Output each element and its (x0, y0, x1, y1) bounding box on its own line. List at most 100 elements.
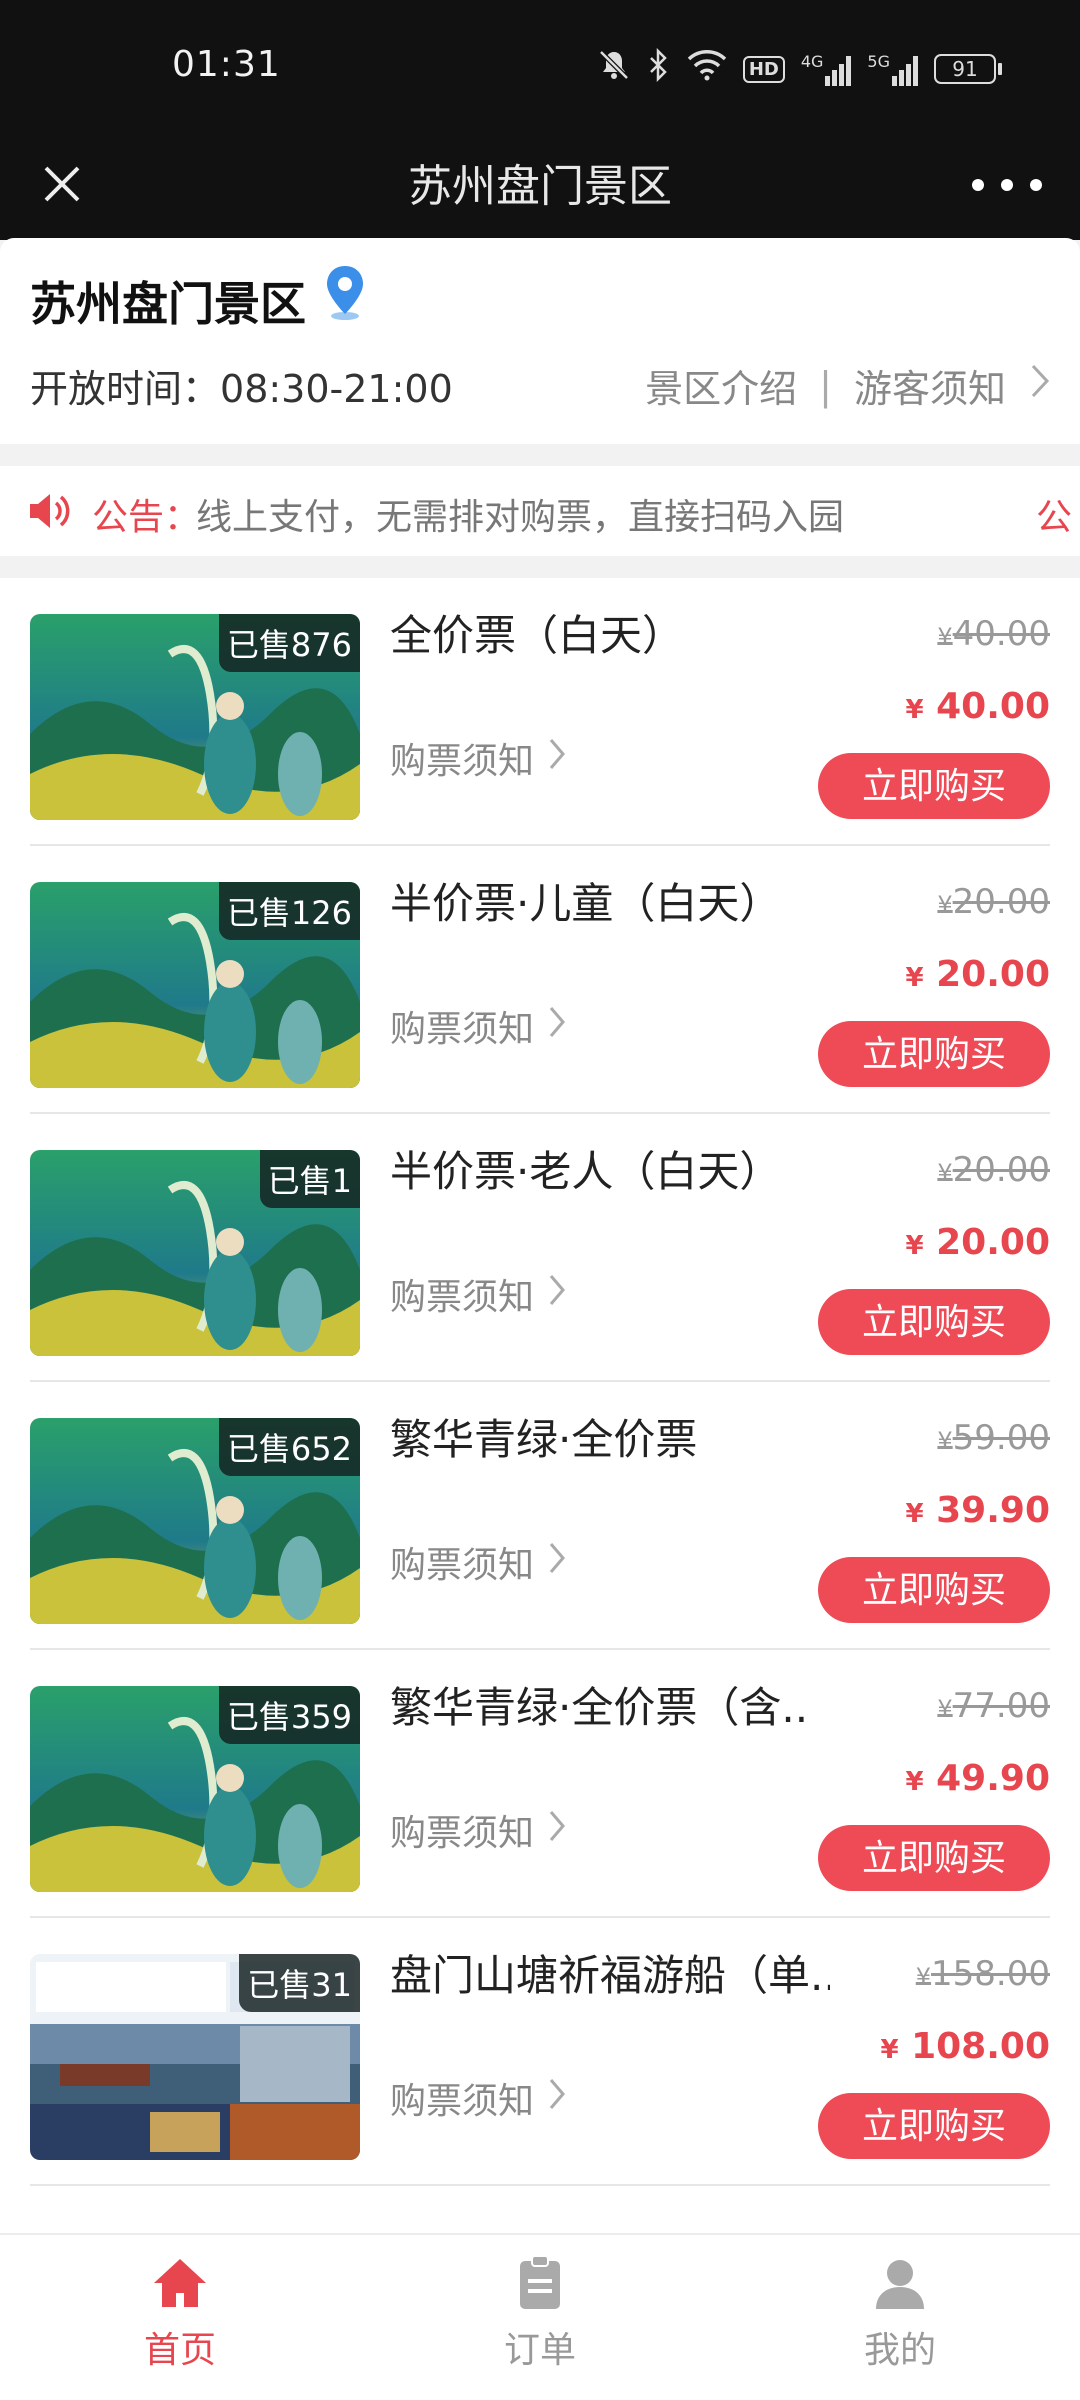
sale-price: ¥ 20.00 (905, 954, 1050, 995)
currency-symbol: ¥ (880, 2035, 899, 2065)
buy-now-button[interactable]: 立即购买 (818, 1825, 1050, 1891)
purchase-notice-label: 购票须知 (390, 1813, 535, 1854)
purchase-notice-link[interactable]: 购票须知 (390, 1268, 566, 1320)
sale-price: ¥ 20.00 (905, 1222, 1050, 1263)
currency-symbol: ¥ (937, 891, 953, 919)
battery-icon: 91 (934, 54, 1002, 84)
hours-value: 08:30-21:00 (220, 367, 453, 411)
sale-price-value: 20.00 (936, 954, 1050, 995)
ticket-row[interactable]: 已售1 半价票·老人（白天） 购票须知 ¥20.00 ¥ 20.00 立即购买 (0, 1114, 1080, 1382)
chevron-right-icon (548, 1541, 566, 1584)
row-divider (30, 2184, 1050, 2186)
purchase-notice-label: 购票须知 (390, 1277, 535, 1318)
currency-symbol: ¥ (905, 1499, 924, 1529)
visitor-notice-link[interactable]: 游客须知 (854, 358, 1006, 413)
sale-price: ¥ 49.90 (905, 1758, 1050, 1799)
ticket-image[interactable]: 已售876 (30, 614, 360, 820)
ticket-name[interactable]: 半价票·老人（白天） (390, 1138, 781, 1199)
original-price-value: 40.00 (952, 614, 1050, 654)
location-pin-icon[interactable] (323, 264, 367, 326)
nav-orders[interactable]: 订单 (440, 2253, 640, 2373)
ticket-image[interactable]: 已售1 (30, 1150, 360, 1356)
ticket-name[interactable]: 半价票·儿童（白天） (390, 870, 781, 931)
announcement-label: 公告： (92, 497, 201, 538)
nav-mine[interactable]: 我的 (800, 2253, 1000, 2373)
chevron-right-icon[interactable] (1030, 363, 1050, 408)
original-price-value: 77.00 (952, 1686, 1050, 1726)
buy-now-button[interactable]: 立即购买 (818, 1021, 1050, 1087)
nav-orders-label: 订单 (503, 2330, 576, 2371)
currency-symbol: ¥ (905, 1231, 924, 1261)
status-bar: 01:31 HD 4G 5G 91 (0, 0, 1080, 140)
original-price: ¥40.00 (937, 614, 1050, 654)
intro-link[interactable]: 景区介绍 (645, 358, 797, 413)
clipboard-icon (510, 2255, 570, 2317)
title-bar: 苏州盘门景区 (0, 130, 1080, 240)
signal-4g-icon: 4G (801, 52, 852, 86)
currency-symbol: ¥ (915, 1963, 932, 1991)
ticket-row[interactable]: 已售359 繁华青绿·全价票（含.. 购票须知 ¥77.00 ¥ 49.90 立… (0, 1650, 1080, 1918)
ticket-row[interactable]: 已售126 半价票·儿童（白天） 购票须知 ¥20.00 ¥ 20.00 立即购… (0, 846, 1080, 1114)
currency-symbol: ¥ (937, 623, 953, 651)
sold-count-badge: 已售876 (218, 614, 360, 672)
sold-count-badge: 已售359 (218, 1686, 360, 1744)
currency-symbol: ¥ (937, 1695, 953, 1723)
hours-label: 开放时间： (30, 367, 221, 411)
ticket-image[interactable]: 已售31 (30, 1954, 360, 2160)
bottom-nav: 首页 订单 我的 (0, 2233, 1080, 2400)
ticket-image[interactable]: 已售126 (30, 882, 360, 1088)
user-icon (870, 2260, 930, 2317)
scenic-name: 苏州盘门景区 (30, 277, 306, 331)
speaker-icon (26, 490, 72, 536)
purchase-notice-link[interactable]: 购票须知 (390, 1536, 566, 1588)
ticket-name[interactable]: 全价票（白天） (390, 602, 684, 663)
purchase-notice-label: 购票须知 (390, 1545, 535, 1586)
chevron-right-icon (548, 1273, 566, 1316)
purchase-notice-link[interactable]: 购票须知 (390, 732, 566, 784)
purchase-notice-link[interactable]: 购票须知 (390, 2072, 566, 2124)
original-price-value: 20.00 (952, 882, 1050, 922)
original-price: ¥77.00 (937, 1686, 1050, 1726)
bluetooth-icon (647, 47, 671, 90)
ticket-image[interactable]: 已售359 (30, 1686, 360, 1892)
network-5g-label: 5G (867, 52, 890, 71)
ticket-row[interactable]: 已售652 繁华青绿·全价票 购票须知 ¥59.00 ¥ 39.90 立即购买 (0, 1382, 1080, 1650)
purchase-notice-label: 购票须知 (390, 2081, 535, 2122)
buy-now-button[interactable]: 立即购买 (818, 753, 1050, 819)
nav-mine-label: 我的 (863, 2330, 936, 2371)
purchase-notice-label: 购票须知 (390, 1009, 535, 1050)
buy-now-button[interactable]: 立即购买 (818, 1289, 1050, 1355)
currency-symbol: ¥ (905, 963, 924, 993)
buy-now-button[interactable]: 立即购买 (818, 2093, 1050, 2159)
link-separator: | (819, 363, 832, 408)
purchase-notice-link[interactable]: 购票须知 (390, 1804, 566, 1856)
currency-symbol: ¥ (905, 695, 924, 725)
nav-home[interactable]: 首页 (80, 2253, 280, 2373)
ticket-list: 已售876 全价票（白天） 购票须知 ¥40.00 ¥ 40.00 立即购买 已… (0, 578, 1080, 2233)
nav-home-label: 首页 (143, 2330, 216, 2371)
currency-symbol: ¥ (905, 1767, 924, 1797)
announcement-text: 线上支付，无需排对购票，直接扫码入园 (196, 497, 845, 538)
original-price-value: 20.00 (952, 1150, 1050, 1190)
ticket-image[interactable]: 已售652 (30, 1418, 360, 1624)
purchase-notice-label: 购票须知 (390, 741, 535, 782)
purchase-notice-link[interactable]: 购票须知 (390, 1000, 566, 1052)
home-icon (150, 2259, 210, 2317)
sale-price-value: 20.00 (936, 1222, 1050, 1263)
mute-icon (597, 48, 631, 90)
original-price: ¥20.00 (937, 1150, 1050, 1190)
ticket-name[interactable]: 盘门山塘祈福游船（单.. (390, 1942, 830, 2003)
original-price-value: 59.00 (952, 1418, 1050, 1458)
network-4g-label: 4G (800, 52, 824, 71)
ticket-row[interactable]: 已售876 全价票（白天） 购票须知 ¥40.00 ¥ 40.00 立即购买 (0, 578, 1080, 846)
sold-count-badge: 已售1 (259, 1150, 360, 1208)
buy-now-button[interactable]: 立即购买 (818, 1557, 1050, 1623)
scenic-header-card: 苏州盘门景区 开放时间：08:30-21:00 景区介绍 | 游客须知 (0, 238, 1080, 444)
more-icon[interactable] (972, 160, 1042, 210)
ticket-row[interactable]: 已售31 盘门山塘祈福游船（单.. 购票须知 ¥158.00 ¥ 108.00 … (0, 1918, 1080, 2186)
header-links: 景区介绍 | 游客须知 (645, 358, 1050, 413)
ticket-name[interactable]: 繁华青绿·全价票 (390, 1406, 697, 1467)
ticket-name[interactable]: 繁华青绿·全价票（含.. (390, 1674, 808, 1735)
currency-symbol: ¥ (937, 1159, 953, 1187)
sale-price: ¥ 40.00 (905, 686, 1050, 727)
